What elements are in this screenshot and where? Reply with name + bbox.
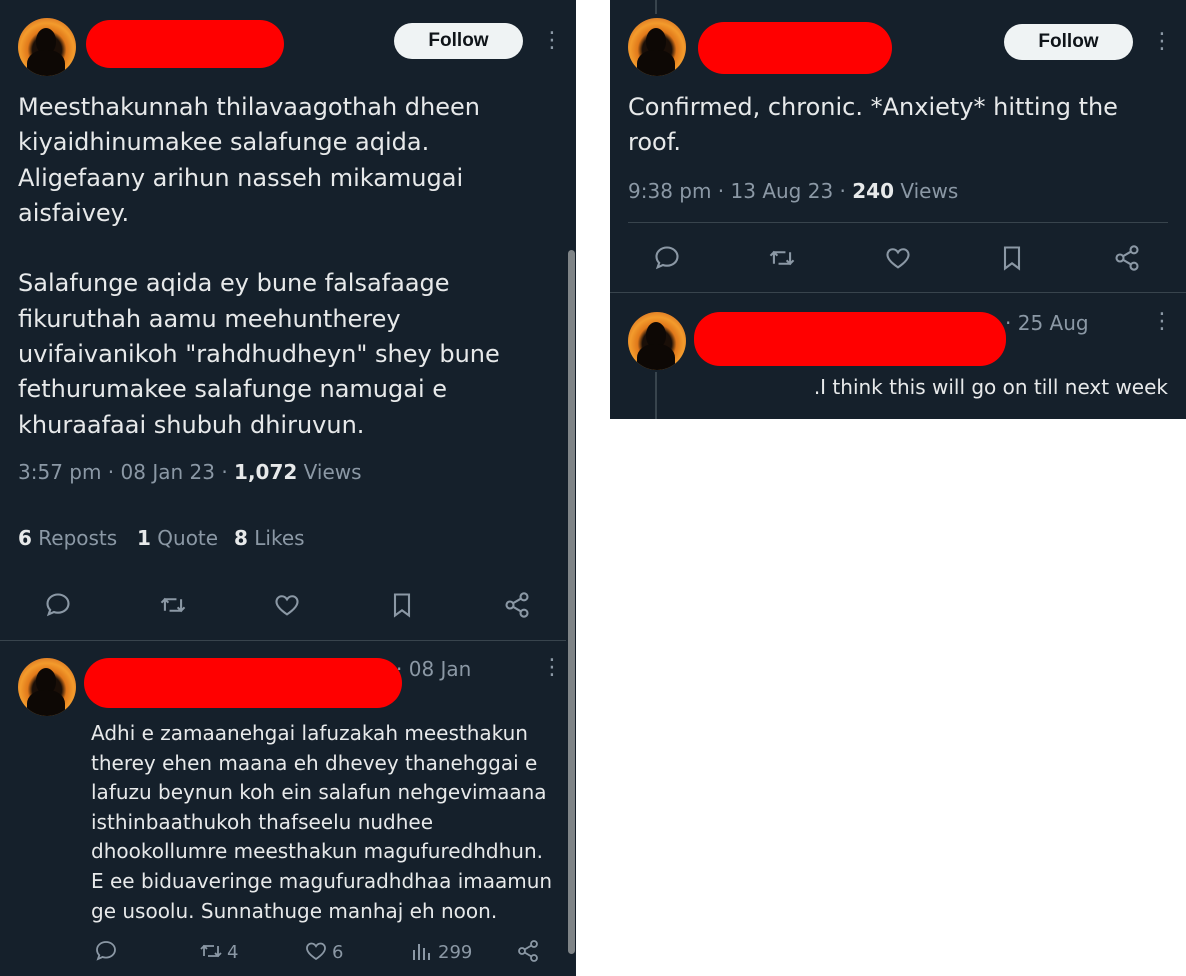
reposts-stat[interactable]: 6 Reposts [18, 526, 117, 550]
more-icon[interactable]: ⋮ [1151, 311, 1173, 333]
redacted-author-name [86, 20, 284, 68]
divider [0, 640, 566, 641]
likes-count: 8 [234, 526, 248, 550]
like-icon[interactable] [273, 591, 301, 619]
share-icon[interactable] [1113, 244, 1141, 272]
more-icon[interactable]: ⋮ [541, 657, 563, 679]
retweet-count: 4 [227, 942, 239, 963]
reply-text: .I think this will go on till next week [813, 375, 1168, 399]
author-avatar[interactable] [18, 18, 76, 76]
reposts-count: 6 [18, 526, 32, 550]
timestamp: 3:57 pm · 08 Jan 23 · [18, 460, 235, 484]
redacted-author-name [698, 22, 892, 74]
divider [610, 292, 1186, 293]
follow-button[interactable]: Follow [1004, 24, 1133, 60]
like-count: 6 [332, 942, 344, 963]
reply-icon[interactable] [94, 939, 118, 963]
reply-icon[interactable] [653, 244, 681, 272]
quotes-label: Quote [150, 526, 219, 550]
follow-button[interactable]: Follow [394, 23, 523, 59]
redacted-reply-author-name [84, 658, 402, 708]
views-label: Views [297, 460, 362, 484]
reply-author-avatar[interactable] [18, 658, 76, 716]
tweet-timestamp-views[interactable]: 3:57 pm · 08 Jan 23 · 1,072 Views [18, 460, 362, 484]
like-icon[interactable] [304, 939, 328, 963]
timestamp: 9:38 pm · 13 Aug 23 · [628, 179, 853, 203]
tweet-text: Meesthakunnah thilavaagothah dheen kiyai… [18, 93, 500, 439]
quotes-stat[interactable]: 1 Quote [137, 526, 218, 550]
author-avatar[interactable] [628, 18, 686, 76]
scrollbar[interactable] [568, 250, 575, 954]
more-icon[interactable]: ⋮ [1151, 31, 1173, 53]
bookmark-icon[interactable] [999, 244, 1025, 272]
views-icon[interactable] [410, 939, 434, 963]
reply-text: Adhi e zamaanehgai lafuzakah meesthakun … [91, 721, 553, 923]
divider [628, 222, 1168, 223]
views-count: 299 [438, 942, 473, 963]
reply-date[interactable]: · 25 Aug [1005, 311, 1089, 335]
reply-icon[interactable] [44, 591, 72, 619]
bookmark-icon[interactable] [389, 591, 415, 619]
views-label: Views [894, 179, 959, 203]
share-icon[interactable] [516, 939, 540, 963]
thread-line-top [655, 0, 657, 14]
retweet-icon[interactable] [767, 244, 797, 272]
reply-date[interactable]: · 08 Jan [396, 657, 471, 681]
more-icon[interactable]: ⋮ [541, 30, 563, 52]
reply-author-avatar[interactable] [628, 312, 686, 370]
retweet-icon[interactable] [158, 591, 188, 619]
retweet-icon[interactable] [198, 939, 224, 963]
left-tweet-panel: Follow ⋮ Meesthakunnah thilavaagothah dh… [0, 0, 576, 976]
redacted-reply-author-name [694, 312, 1006, 366]
views-count: 240 [852, 179, 895, 203]
likes-label: Likes [247, 526, 305, 550]
reposts-label: Reposts [31, 526, 118, 550]
share-icon[interactable] [503, 591, 531, 619]
tweet-timestamp-views[interactable]: 9:38 pm · 13 Aug 23 · 240 Views [628, 179, 958, 203]
views-count: 1,072 [234, 460, 298, 484]
like-icon[interactable] [884, 244, 912, 272]
right-tweet-panel: Follow ⋮ Confirmed, chronic. *Anxiety* h… [610, 0, 1186, 419]
likes-stat[interactable]: 8 Likes [234, 526, 305, 550]
quotes-count: 1 [137, 526, 151, 550]
tweet-text: Confirmed, chronic. *Anxiety* hitting th… [628, 93, 1118, 157]
thread-line-bottom [655, 372, 657, 419]
